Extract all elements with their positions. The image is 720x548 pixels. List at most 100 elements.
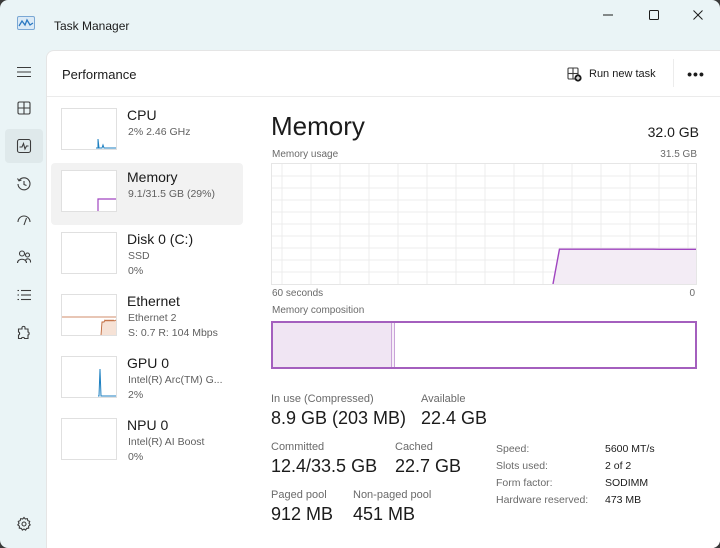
resource-item-disk[interactable]: Disk 0 (C:) SSD 0% [51, 225, 243, 287]
spec-key: Slots used: [496, 460, 548, 472]
disk-thumbnail-graph [61, 232, 117, 274]
nav-item-processes[interactable] [5, 91, 43, 125]
memory-usage-area [552, 249, 696, 284]
resource-subtitle: Intel(R) Arc(TM) G... [128, 374, 223, 386]
stat-label: In use (Compressed) [271, 393, 374, 405]
run-new-task-button[interactable]: Run new task [567, 63, 656, 85]
gear-icon [17, 516, 31, 531]
nav-item-services[interactable] [5, 316, 43, 350]
composition-modified-segment [392, 323, 396, 367]
resource-detail: 0% [128, 451, 144, 463]
resource-detail: 0% [128, 265, 144, 277]
stat-label: Available [421, 393, 466, 405]
total-memory: 32.0 GB [647, 124, 699, 140]
resource-detail: S: 0.7 R: 104 Mbps [128, 327, 218, 339]
memory-composition-label: Memory composition [272, 305, 365, 316]
stat-value: 12.4/33.5 GB [271, 456, 378, 476]
resource-title: Disk 0 (C:) [127, 231, 194, 247]
resource-subtitle: 9.1/31.5 GB (29%) [128, 188, 215, 200]
npu-thumbnail-graph [61, 418, 117, 460]
nav-item-details[interactable] [5, 278, 43, 312]
spec-key: Form factor: [496, 477, 553, 489]
nav-item-users[interactable] [5, 240, 43, 274]
stat-available: Available 22.4 GB [421, 393, 487, 429]
task-manager-window: Task Manager Performance Run new task ••… [0, 0, 720, 548]
content-pane: Performance Run new task ••• CPU 2% 2.46… [46, 50, 720, 548]
memory-thumbnail-graph [61, 170, 117, 212]
spec-key: Speed: [496, 443, 530, 455]
graph-time-span-label: 60 seconds [272, 288, 324, 299]
stat-cached: Cached 22.7 GB [395, 441, 461, 477]
resource-detail: 2% [128, 389, 144, 401]
page-title: Performance [62, 67, 137, 82]
nav-item-performance[interactable] [5, 129, 43, 163]
list-icon [17, 289, 31, 301]
resource-subtitle: Ethernet 2 [128, 312, 177, 324]
resource-item-memory[interactable]: Memory 9.1/31.5 GB (29%) [51, 163, 243, 225]
spec-value: 2 of 2 [605, 460, 632, 472]
resource-item-npu[interactable]: NPU 0 Intel(R) AI Boost 0% [51, 411, 243, 473]
page-header: Performance Run new task ••• [47, 51, 720, 97]
hamburger-menu-button[interactable] [5, 55, 43, 89]
close-button[interactable] [676, 4, 720, 26]
memory-composition-bar [271, 321, 697, 369]
spec-key: Hardware reserved: [496, 494, 589, 506]
resource-item-ethernet[interactable]: Ethernet Ethernet 2 S: 0.7 R: 104 Mbps [51, 287, 243, 349]
stat-paged-pool: Paged pool 912 MB [271, 489, 333, 525]
memory-thumbnail-line [97, 198, 116, 211]
window-title: Task Manager [54, 19, 130, 33]
minimize-button[interactable] [586, 4, 630, 26]
title-bar: Task Manager [0, 0, 720, 50]
stat-value: 912 MB [271, 504, 334, 524]
graph-time-end-label: 0 [689, 288, 695, 299]
resource-title: Ethernet [127, 293, 180, 309]
stat-committed: Committed 12.4/33.5 GB [271, 441, 377, 477]
ethernet-thumbnail-graph [61, 294, 117, 336]
close-icon [693, 10, 703, 20]
spec-value: 5600 MT/s [605, 443, 655, 455]
stat-value: 22.7 GB [395, 456, 462, 476]
stat-value: 22.4 GB [421, 408, 488, 428]
gpu-thumbnail-line [98, 368, 116, 397]
minimize-icon [603, 14, 613, 16]
spec-value: 473 MB [605, 494, 642, 506]
resource-subtitle: Intel(R) AI Boost [128, 436, 205, 448]
navigation-rail [0, 50, 46, 548]
cpu-thumbnail-graph [61, 108, 117, 150]
memory-usage-max: 31.5 GB [660, 149, 697, 160]
resource-item-gpu[interactable]: GPU 0 Intel(R) Arc(TM) G... 2% [51, 349, 243, 411]
memory-usage-graph [271, 163, 697, 285]
speedometer-icon [17, 215, 31, 226]
detail-title: Memory [271, 111, 365, 141]
spec-value: SODIMM [605, 477, 649, 489]
maximize-button[interactable] [632, 4, 676, 26]
stat-label: Non-paged pool [353, 489, 432, 501]
run-new-task-label: Run new task [589, 68, 656, 80]
resource-item-cpu[interactable]: CPU 2% 2.46 GHz [51, 101, 243, 163]
resource-title: Memory [127, 169, 178, 185]
spec-row: Form factor: SODIMM [496, 477, 655, 494]
stat-nonpaged-pool: Non-paged pool 451 MB [353, 489, 431, 525]
puzzle-icon [17, 325, 30, 340]
run-new-task-icon [567, 66, 582, 82]
stat-value: 451 MB [353, 504, 416, 524]
stat-value: 8.9 GB (203 MB) [271, 408, 407, 428]
resource-subtitle: 2% 2.46 GHz [128, 126, 191, 138]
stat-label: Paged pool [271, 489, 327, 501]
nav-item-app-history[interactable] [5, 167, 43, 201]
spec-row: Hardware reserved: 473 MB [496, 494, 655, 511]
gpu-thumbnail-graph [61, 356, 117, 398]
hamburger-menu-icon [17, 66, 31, 78]
nav-item-startup-apps[interactable] [5, 203, 43, 237]
resource-subtitle: SSD [128, 250, 150, 262]
settings-button[interactable] [5, 507, 43, 541]
header-divider [673, 59, 674, 87]
resource-title: CPU [127, 107, 157, 123]
history-icon [17, 177, 31, 191]
memory-specs: Speed: 5600 MT/s Slots used: 2 of 2 Form f… [496, 443, 655, 511]
composition-in-use-segment [273, 323, 393, 367]
memory-usage-label: Memory usage [272, 149, 339, 160]
stat-label: Cached [395, 441, 433, 453]
resource-title: NPU 0 [127, 417, 169, 433]
more-options-button[interactable]: ••• [681, 63, 711, 85]
